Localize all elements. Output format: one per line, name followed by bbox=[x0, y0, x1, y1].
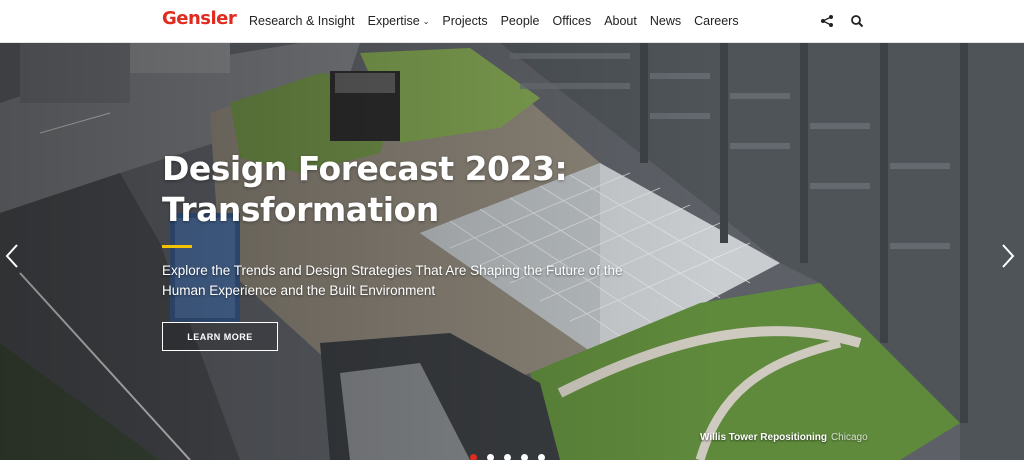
nav-item-projects[interactable]: Projects bbox=[442, 14, 487, 28]
nav-item-news[interactable]: News bbox=[650, 14, 681, 28]
hero-headline: Design Forecast 2023: Transformation bbox=[162, 148, 582, 230]
top-navigation: Gensler Research & Insight Expertise ⌄ Pr… bbox=[0, 0, 1024, 43]
main-menu: Research & Insight Expertise ⌄ Projects P… bbox=[249, 14, 752, 28]
hero-carousel: Design Forecast 2023: Transformation Exp… bbox=[0, 43, 1024, 460]
search-icon[interactable] bbox=[850, 14, 864, 28]
share-icon[interactable] bbox=[820, 14, 834, 28]
nav-item-label: News bbox=[649, 14, 682, 28]
chevron-left-icon[interactable] bbox=[4, 243, 20, 269]
nav-item-careers[interactable]: Careers bbox=[694, 14, 738, 28]
project-caption[interactable]: Willis Tower Repositioning Chicago bbox=[700, 432, 868, 443]
nav-item-label: Research & Insight bbox=[249, 14, 355, 28]
carousel-dot[interactable] bbox=[538, 454, 545, 460]
carousel-dot[interactable] bbox=[470, 454, 477, 460]
nav-item-label: Expertise bbox=[367, 14, 420, 28]
nav-item-offices[interactable]: Offices bbox=[553, 14, 592, 28]
carousel-dot[interactable] bbox=[521, 454, 528, 460]
carousel-dot[interactable] bbox=[504, 454, 511, 460]
headline-line-1: Design Forecast 2023: bbox=[162, 149, 568, 188]
nav-item-label: Offices bbox=[552, 14, 592, 28]
learn-more-button[interactable]: LEARN MORE bbox=[162, 322, 278, 351]
nav-item-people[interactable]: People bbox=[501, 14, 540, 28]
headline-line-2: Transformation bbox=[162, 190, 439, 229]
headline-accent-bar bbox=[162, 245, 192, 248]
chevron-down-icon: ⌄ bbox=[422, 17, 430, 26]
nav-utility-icons bbox=[820, 14, 864, 28]
carousel-pagination bbox=[470, 454, 545, 460]
caption-project-title: Willis Tower Repositioning bbox=[700, 432, 827, 443]
nav-item-about[interactable]: About bbox=[604, 14, 637, 28]
nav-item-label: Projects bbox=[442, 14, 488, 28]
gensler-logo[interactable]: Gensler bbox=[162, 8, 237, 29]
nav-item-expertise[interactable]: Expertise ⌄ bbox=[368, 14, 430, 28]
nav-item-label: Careers bbox=[694, 14, 739, 28]
carousel-dot[interactable] bbox=[487, 454, 494, 460]
hero-overlay bbox=[0, 43, 1024, 460]
nav-item-label: People bbox=[500, 14, 540, 28]
caption-location: Chicago bbox=[830, 432, 868, 443]
nav-item-label: About bbox=[604, 14, 637, 28]
hero-subtext: Explore the Trends and Design Strategies… bbox=[162, 263, 623, 298]
chevron-right-icon[interactable] bbox=[1000, 243, 1016, 269]
nav-item-research-insight[interactable]: Research & Insight bbox=[249, 14, 355, 28]
